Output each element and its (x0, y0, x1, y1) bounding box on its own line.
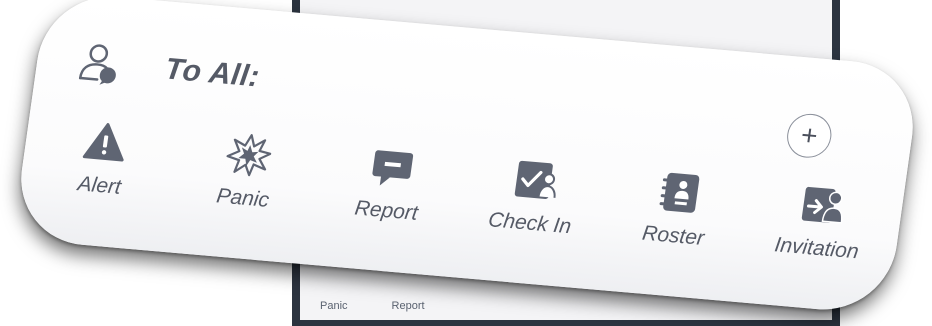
panic-label: Panic (215, 184, 271, 212)
background-tab-panic[interactable]: Panic (320, 300, 348, 312)
alert-label: Alert (76, 172, 123, 199)
background-tab-labels: Panic Report (320, 300, 425, 312)
add-recipient-button[interactable]: + (784, 112, 835, 160)
warning-triangle-icon (82, 123, 124, 162)
report-message-icon (372, 150, 414, 186)
check-in-icon (514, 160, 556, 200)
burst-icon (226, 134, 272, 177)
person-chat-icon[interactable] (74, 40, 124, 87)
roster-notebook-icon (659, 172, 700, 213)
background-tab-report[interactable]: Report (392, 300, 425, 312)
check-in-action[interactable]: Check In (463, 153, 603, 242)
invitation-icon (801, 186, 843, 224)
invitation-action[interactable]: Invitation (750, 178, 890, 267)
roster-action[interactable]: Roster (607, 165, 747, 254)
alert-action[interactable]: Alert (33, 115, 173, 204)
panic-action[interactable]: Panic (176, 128, 316, 217)
to-all-label: To All: (162, 52, 262, 94)
report-action[interactable]: Report (320, 140, 460, 229)
screenshot-stage: Panic Report To All: + Alert Panic Repor… (0, 0, 932, 326)
